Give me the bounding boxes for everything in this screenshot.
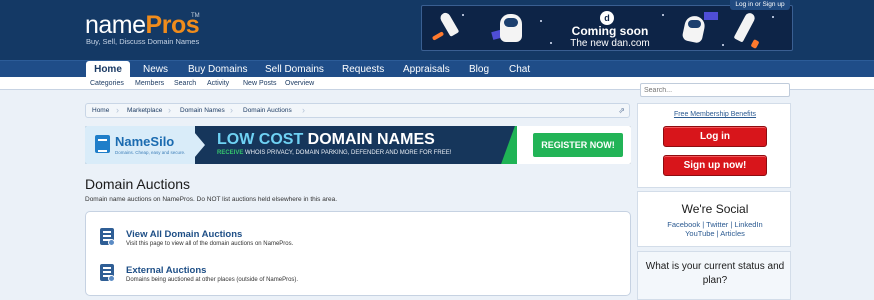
forum-description: Domains being auctioned at other places … [126, 277, 299, 283]
star-decoration [772, 16, 774, 18]
status-block: What is your current status and plan? [637, 251, 791, 300]
sidebar: Free Membership Benefits Log in Sign up … [637, 80, 791, 300]
forum-title-view-all-auctions[interactable]: View All Domain Auctions [126, 229, 242, 240]
page-description: Domain name auctions on NamePros. Do NOT… [85, 196, 338, 203]
breadcrumb-domain-names[interactable]: Domain Names [180, 104, 225, 117]
ad-subline: RECEIVE WHOIS PRIVACY, DOMAIN PARKING, D… [217, 150, 451, 156]
subnav-activity[interactable]: Activity [207, 77, 229, 90]
rocket-illustration [733, 11, 757, 43]
subnav-members[interactable]: Members [135, 77, 164, 90]
forum-document-icon [100, 264, 115, 282]
site-header: namePros TM Buy, Sell, Discuss Domain Na… [0, 0, 874, 60]
forum-list: View All Domain Auctions Visit this page… [85, 211, 631, 296]
tab-news[interactable]: News [143, 61, 168, 78]
breadcrumb-separator-icon: › [230, 105, 233, 115]
ad-subline-main: WHOIS PRIVACY, DOMAIN PARKING, DEFENDER … [245, 150, 452, 156]
social-block: We're Social Facebook | Twitter | Linked… [637, 191, 791, 247]
logo-name: name [85, 11, 146, 39]
namesilo-brand-name: NameSilo [115, 134, 175, 149]
breadcrumb-separator-icon: › [168, 105, 171, 115]
namesilo-logo-icon [95, 135, 110, 153]
namesilo-ad-banner[interactable]: NameSilo Domains. Cheap, easy and secure… [85, 126, 631, 164]
subnav-overview[interactable]: Overview [285, 77, 314, 90]
subnav-search[interactable]: Search [174, 77, 196, 90]
star-decoration [540, 20, 542, 22]
login-block: Free Membership Benefits Log in Sign up … [637, 103, 791, 188]
tab-buy-domains[interactable]: Buy Domains [188, 61, 247, 78]
search-input[interactable] [640, 83, 790, 97]
astronaut-illustration [681, 14, 707, 44]
page-title: Domain Auctions [85, 176, 191, 192]
rocket-flame-illustration [750, 39, 760, 49]
tab-blog[interactable]: Blog [469, 61, 489, 78]
tab-requests[interactable]: Requests [342, 61, 384, 78]
free-membership-link[interactable]: Free Membership Benefits [638, 111, 792, 118]
forum-item[interactable]: External Auctions Domains being auctione… [86, 252, 630, 292]
logo-wordmark: namePros [85, 11, 200, 39]
star-decoration [550, 42, 552, 44]
social-heading: We're Social [681, 202, 749, 216]
forum-item[interactable]: View All Domain Auctions Visit this page… [86, 216, 630, 256]
external-link-icon[interactable]: ⇗ [618, 105, 625, 116]
breadcrumb-separator-icon: › [116, 105, 119, 115]
tab-chat[interactable]: Chat [509, 61, 530, 78]
ad-wedge-decoration [189, 126, 205, 164]
site-tagline: Buy, Sell, Discuss Domain Names [86, 37, 200, 46]
breadcrumb-domain-auctions[interactable]: Domain Auctions [243, 104, 292, 117]
star-decoration [662, 14, 664, 16]
breadcrumb-home[interactable]: Home [92, 104, 109, 117]
ad-headline-accent: LOW COST [217, 131, 304, 148]
ad-headline-main: DOMAIN NAMES [307, 131, 435, 148]
star-decoration [462, 14, 464, 16]
tab-appraisals[interactable]: Appraisals [403, 61, 450, 78]
forum-description: Visit this page to view all of the domai… [126, 241, 294, 247]
social-links-line-1[interactable]: Facebook | Twitter | LinkedIn [638, 220, 792, 229]
tab-sell-domains[interactable]: Sell Domains [265, 61, 324, 78]
ad-headline: LOW COST DOMAIN NAMES [217, 131, 435, 149]
login-button[interactable]: Log in [663, 126, 767, 147]
forum-title-external-auctions[interactable]: External Auctions [126, 265, 206, 276]
social-links-line-2[interactable]: YouTube | Articles [638, 229, 792, 238]
forum-document-icon [100, 228, 115, 246]
login-signup-link[interactable]: Log in or Sign up [730, 0, 790, 10]
namesilo-brand-tagline: Domains. Cheap, easy and secure. [115, 150, 186, 155]
ad-subline-accent: RECEIVE [217, 150, 244, 156]
banner-headline: Coming soon [571, 24, 649, 38]
banner-subline: The new dan.com [570, 38, 650, 49]
breadcrumb: Home › Marketplace › Domain Names › Doma… [85, 103, 630, 118]
rocket-flame-illustration [431, 31, 445, 41]
tab-home[interactable]: Home [86, 61, 130, 78]
subnav-categories[interactable]: Categories [90, 77, 124, 90]
subnav-new-posts[interactable]: New Posts [243, 77, 276, 90]
namesilo-brand-panel: NameSilo Domains. Cheap, easy and secure… [85, 126, 195, 164]
dan-logo-icon: d [600, 11, 614, 25]
main-nav: Home News Buy Domains Sell Domains Reque… [0, 60, 874, 78]
namepros-logo[interactable]: namePros TM Buy, Sell, Discuss Domain Na… [85, 11, 225, 47]
social-links: Facebook | Twitter | LinkedIn YouTube | … [638, 220, 792, 238]
breadcrumb-separator-icon: › [302, 105, 305, 115]
signup-button[interactable]: Sign up now! [663, 155, 767, 176]
dan-com-banner-ad[interactable]: d Coming soon The new dan.com [421, 5, 793, 51]
astronaut-visor [688, 20, 701, 28]
logo-trademark: TM [191, 13, 200, 19]
star-decoration [722, 44, 724, 46]
breadcrumb-marketplace[interactable]: Marketplace [127, 104, 162, 117]
register-now-button[interactable]: REGISTER NOW! [533, 133, 623, 157]
astronaut-visor [504, 18, 518, 27]
flag-illustration [704, 12, 718, 20]
status-question: What is your current status and plan? [645, 261, 785, 286]
